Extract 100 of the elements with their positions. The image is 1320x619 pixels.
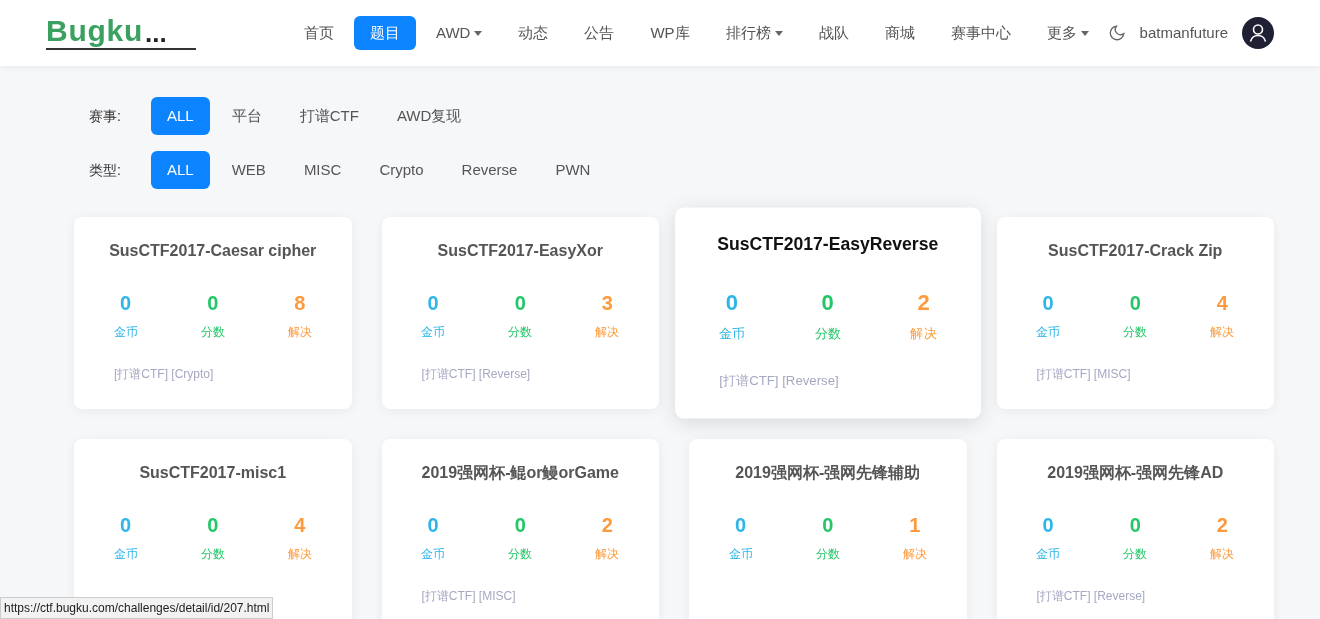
caret-icon — [1080, 30, 1089, 36]
filter-option[interactable]: WEB — [215, 151, 282, 189]
stat-value: 0 — [514, 291, 526, 315]
filter-option[interactable]: Reverse — [445, 151, 534, 189]
stat-value: 0 — [207, 291, 219, 315]
challenge-title: SusCTF2017-misc1 — [139, 463, 287, 483]
stat-label: 金币 — [1036, 324, 1061, 341]
logo-dots: ... — [145, 20, 167, 46]
challenge-tags: [打谱CTF] [Reverse] — [1036, 589, 1146, 603]
caret-icon — [474, 30, 483, 36]
challenge-tags: [打谱CTF] [Crypto] — [114, 367, 214, 381]
avatar-icon[interactable] — [1242, 17, 1274, 49]
stat-label: 金币 — [718, 325, 746, 344]
challenge-title: SusCTF2017-Crack Zip — [1048, 241, 1223, 261]
stat-value: 0 — [427, 291, 439, 315]
stat-value: 4 — [1216, 291, 1228, 315]
nav-item[interactable]: 排行榜 — [709, 16, 799, 50]
stat-label: 金币 — [113, 546, 138, 563]
nav-item[interactable]: 首页 — [288, 16, 350, 50]
stat-label: 解决 — [287, 324, 312, 341]
nav-item[interactable]: 公告 — [568, 16, 631, 50]
challenge-title: SusCTF2017-EasyReverse — [717, 233, 939, 256]
challenge-card[interactable]: 2019强网杯-强网先锋AD 0 金币 0 分数 2 解决 [打谱CTF] [Reverse] — [996, 439, 1274, 619]
challenge-title: 2019强网杯-强网先锋辅助 — [735, 463, 921, 483]
challenge-tags: [打谱CTF] [MISC] — [1036, 367, 1131, 381]
filter-option[interactable]: 平台 — [215, 97, 278, 135]
stat-label: 分数 — [508, 324, 533, 341]
challenge-tags: [打谱CTF] [MISC] — [421, 589, 516, 603]
stat-label: 解决 — [910, 325, 937, 344]
stat-label: 分数 — [508, 546, 533, 563]
filter-option[interactable]: Crypto — [363, 151, 440, 189]
challenge-card[interactable]: SusCTF2017-Caesar cipher 0 金币 0 分数 8 解决 [打谱CTF] [Crypto] — [74, 217, 352, 409]
stat-label: 解决 — [902, 546, 927, 563]
filter-option[interactable]: ALL — [151, 97, 210, 135]
stat-value: 0 — [514, 513, 526, 537]
filter-option[interactable]: MISC — [287, 151, 358, 189]
nav-item[interactable]: 动态 — [502, 16, 565, 50]
stat-value: 4 — [294, 513, 306, 537]
stat-value: 0 — [120, 513, 132, 537]
stat-label: 解决 — [1210, 324, 1235, 341]
stat-value: 0 — [1042, 513, 1054, 537]
stat-label: 金币 — [113, 324, 138, 341]
stat-value: 0 — [207, 513, 219, 537]
stat-label: 解决 — [287, 546, 312, 563]
nav-item[interactable]: AWD — [420, 16, 499, 50]
username[interactable]: batmanfuture — [1139, 21, 1228, 45]
stat-value: 8 — [294, 291, 306, 315]
nav-item[interactable]: 战队 — [802, 16, 865, 50]
stat-value: 0 — [120, 291, 132, 315]
filter-option[interactable]: PWN — [539, 151, 607, 189]
stat-value: 2 — [1216, 513, 1228, 537]
stat-value: 0 — [822, 513, 834, 537]
caret-icon — [774, 30, 783, 36]
stat-value: 0 — [1129, 513, 1141, 537]
challenge-title: SusCTF2017-EasyXor — [437, 241, 603, 261]
stat-value: 0 — [1129, 291, 1141, 315]
logo-text: Bugku — [46, 16, 144, 46]
stat-value: 0 — [821, 288, 834, 316]
moon-icon[interactable] — [1107, 24, 1126, 42]
challenge-card[interactable]: SusCTF2017-Crack Zip 0 金币 0 分数 4 解决 [打谱CTF] [MISC] — [996, 217, 1274, 409]
nav-item[interactable]: WP库 — [634, 16, 706, 50]
stat-value: 0 — [1042, 291, 1054, 315]
stat-label: 分数 — [1123, 546, 1148, 563]
filter-option[interactable]: 打谱CTF — [283, 97, 375, 135]
filter-label: 赛事: — [89, 106, 122, 126]
stat-label: 分数 — [1123, 324, 1148, 341]
stat-label: 分数 — [814, 325, 841, 344]
challenge-card[interactable]: 2019强网杯-强网先锋辅助 0 金币 0 分数 1 解决 — [689, 439, 967, 619]
stat-label: 金币 — [728, 546, 753, 563]
stat-label: 分数 — [200, 324, 225, 341]
stat-label: 解决 — [1210, 546, 1235, 563]
challenge-card[interactable]: SusCTF2017-EasyXor 0 金币 0 分数 3 解决 [打谱CTF] [Reverse] — [381, 217, 659, 409]
nav-item[interactable]: 商城 — [868, 16, 931, 50]
challenge-title: 2019强网杯-鲲or鳗orGame — [421, 463, 619, 483]
nav-item[interactable]: 赛事中心 — [934, 16, 1027, 50]
stat-value: 0 — [735, 513, 747, 537]
filter-option[interactable]: AWD复现 — [380, 97, 478, 135]
stat-value: 2 — [917, 288, 930, 316]
stat-label: 金币 — [1036, 546, 1061, 563]
nav-item[interactable]: 更多 — [1030, 16, 1105, 50]
stat-label: 解决 — [595, 546, 620, 563]
filter-option[interactable]: ALL — [151, 151, 210, 189]
stat-value: 1 — [909, 513, 921, 537]
stat-value: 3 — [601, 291, 613, 315]
challenge-title: 2019强网杯-强网先锋AD — [1047, 463, 1224, 483]
stat-value: 2 — [601, 513, 613, 537]
status-bar-url: https://ctf.bugku.com/challenges/detail/id/207.html — [0, 597, 274, 619]
stat-label: 金币 — [421, 324, 446, 341]
logo[interactable]: Bugku... — [46, 16, 196, 50]
stat-value: 0 — [725, 288, 738, 316]
stat-label: 分数 — [815, 546, 840, 563]
challenge-card[interactable]: 2019强网杯-鲲or鳗orGame 0 金币 0 分数 2 解决 [打谱CTF] [MISC] — [381, 439, 659, 619]
challenge-card[interactable]: SusCTF2017-EasyReverse 0 金币 0 分数 2 解决 [打谱CTF] [Reverse] — [675, 207, 981, 419]
filter-label: 类型: — [89, 160, 122, 180]
nav-item[interactable]: 题目 — [354, 16, 416, 50]
challenge-title: SusCTF2017-Caesar cipher — [109, 241, 317, 261]
challenge-tags: [打谱CTF] [Reverse] — [719, 372, 839, 388]
stat-label: 解决 — [595, 324, 620, 341]
stat-label: 分数 — [200, 546, 225, 563]
stat-value: 0 — [427, 513, 439, 537]
